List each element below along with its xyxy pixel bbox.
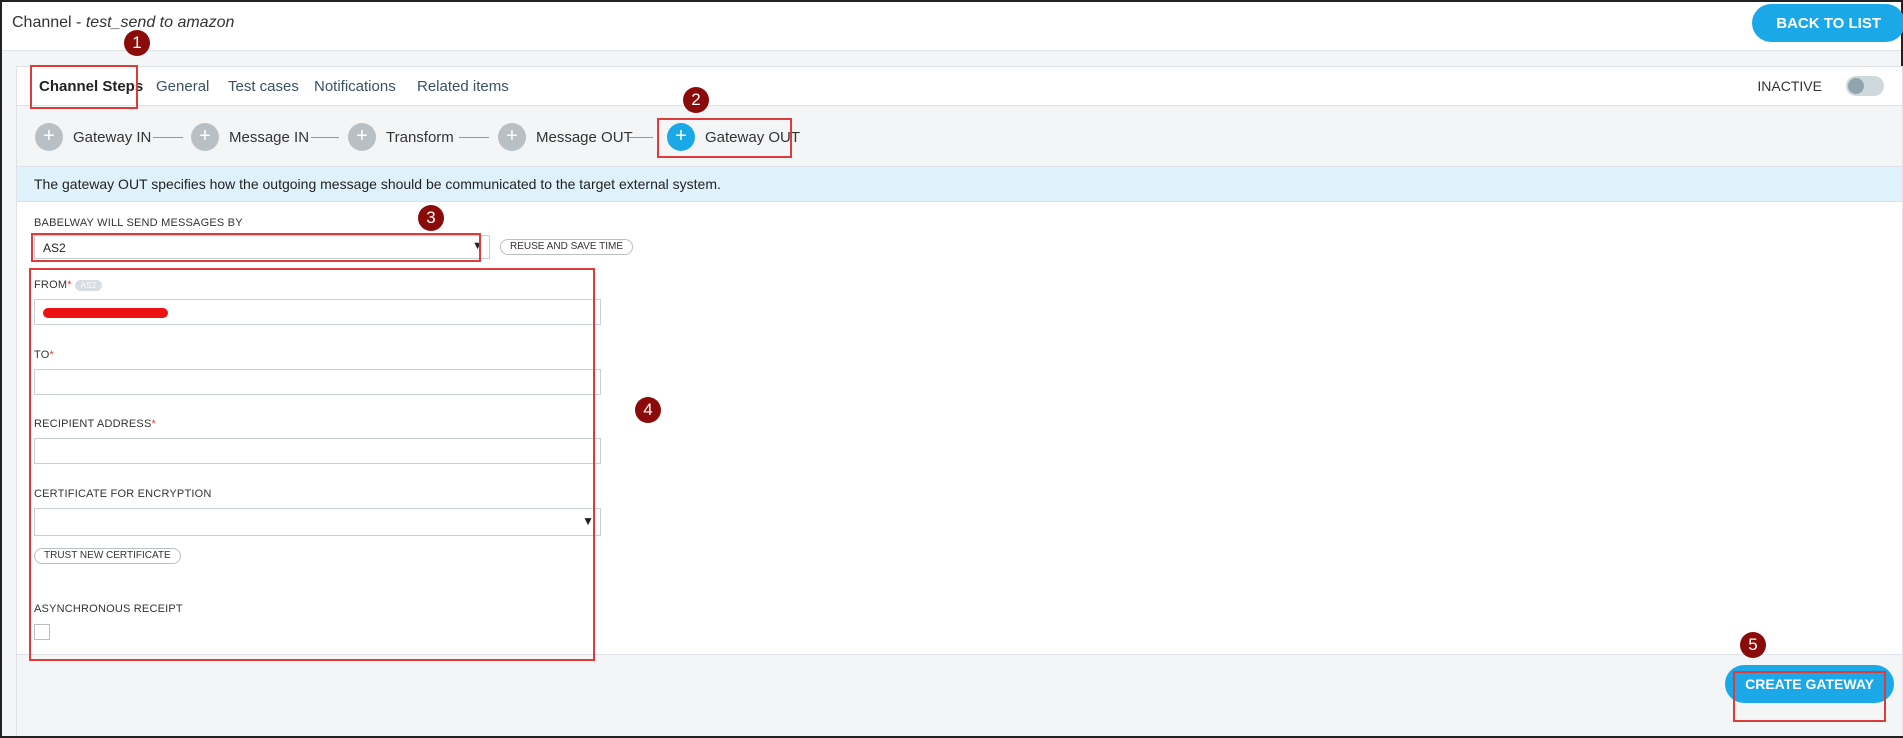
highlight-box-gateway-out — [657, 118, 792, 158]
annotation-marker-5: 5 — [1740, 632, 1766, 658]
step-connector — [153, 137, 183, 138]
annotation-marker-1: 1 — [124, 30, 150, 56]
send-by-label: BABELWAY WILL SEND MESSAGES BY — [34, 217, 243, 229]
channel-name: test_send to amazon — [85, 14, 235, 31]
step-connector — [311, 137, 339, 138]
info-banner: The gateway OUT specifies how the outgoi… — [17, 167, 1902, 202]
top-bar: Channel - test_send to amazon BACK TO LI… — [2, 2, 1903, 51]
tab-related-items[interactable]: Related items — [417, 78, 509, 95]
footer-bar: CREATE GATEWAY — [17, 654, 1902, 736]
step-connector — [629, 137, 653, 138]
back-to-list-button[interactable]: BACK TO LIST — [1752, 4, 1903, 42]
reuse-button[interactable]: REUSE AND SAVE TIME — [500, 239, 633, 255]
step-connector — [459, 137, 489, 138]
highlight-box-tab — [30, 65, 138, 109]
step-label: Transform — [386, 128, 454, 146]
step-label: Message OUT — [536, 128, 633, 146]
highlight-box-create — [1733, 671, 1886, 722]
step-label: Message IN — [229, 128, 310, 146]
title-prefix: Channel - — [12, 14, 86, 31]
active-toggle[interactable] — [1846, 76, 1884, 96]
step-message-in[interactable]: + Message IN — [191, 123, 309, 151]
tab-notifications[interactable]: Notifications — [314, 78, 396, 95]
annotation-marker-3: 3 — [418, 205, 444, 231]
plus-icon: + — [498, 123, 526, 151]
plus-icon: + — [35, 123, 63, 151]
highlight-box-form — [29, 268, 595, 661]
app-window: Channel - test_send to amazon BACK TO LI… — [0, 0, 1903, 738]
toggle-knob — [1848, 78, 1864, 94]
info-text: The gateway OUT specifies how the outgoi… — [34, 176, 721, 192]
tab-general[interactable]: General — [156, 78, 209, 95]
annotation-marker-2: 2 — [683, 87, 709, 113]
page-title: Channel - test_send to amazon — [12, 14, 234, 32]
step-transform[interactable]: + Transform — [348, 123, 454, 151]
tab-bar: Channel Steps General Test cases Notific… — [17, 67, 1902, 106]
step-message-out[interactable]: + Message OUT — [498, 123, 633, 151]
step-label: Gateway IN — [73, 128, 152, 146]
annotation-marker-4: 4 — [635, 397, 661, 423]
highlight-box-send-by — [31, 233, 481, 262]
tab-test-cases[interactable]: Test cases — [228, 78, 299, 95]
plus-icon: + — [348, 123, 376, 151]
plus-icon: + — [191, 123, 219, 151]
steps-bar: + Gateway IN + Message IN + Transform + … — [17, 106, 1902, 167]
step-gateway-in[interactable]: + Gateway IN — [35, 123, 151, 151]
status-label: INACTIVE — [1757, 78, 1822, 94]
